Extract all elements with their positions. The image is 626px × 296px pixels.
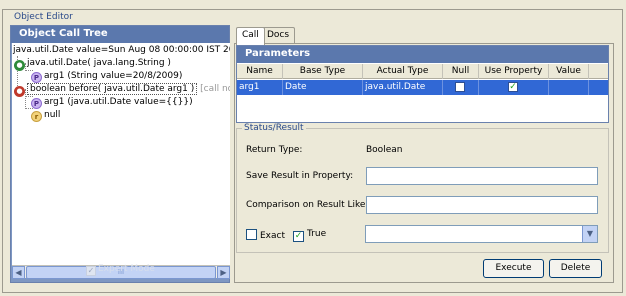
parameter-icon: P [31, 98, 42, 109]
exact-label: Exact [260, 231, 286, 241]
window-title: Object Editor [11, 12, 76, 22]
column-header-actual-type[interactable]: Actual Type [363, 64, 443, 79]
checkmark-icon: ✓ [293, 231, 304, 242]
comparison-label: Comparison on Result Like: [246, 200, 369, 210]
execute-button[interactable]: Execute [483, 259, 544, 278]
comparison-result-input[interactable] [366, 196, 598, 214]
tree-node-status: [call not c [200, 84, 230, 94]
tree-node-label: boolean before( java.util.Date arg1 ) [27, 83, 198, 95]
scroll-left-icon[interactable]: ◀ [12, 266, 25, 279]
cell-null[interactable] [443, 80, 479, 95]
tree-node-arg1-string[interactable]: Parg1 (String value=20/8/2009) [31, 70, 182, 83]
use-property-checkbox[interactable]: ✓ [508, 82, 518, 92]
column-header-null[interactable]: Null [443, 64, 479, 79]
parameters-table-header: Name Base Type Actual Type Null Use Prop… [237, 64, 608, 79]
tree-node-root[interactable]: java.util.Date value=Sun Aug 08 00:00:00… [13, 44, 230, 57]
cell-value[interactable] [549, 80, 589, 95]
status-result-title: Status/Result [242, 123, 306, 133]
cell-name[interactable]: arg1 [237, 80, 283, 95]
cell-base-type[interactable]: Date [283, 80, 363, 95]
chevron-down-icon[interactable]: ▼ [582, 226, 597, 242]
return-type-label: Return Type: [246, 145, 303, 155]
tree-node-label: null [44, 110, 61, 120]
parameters-title: Parameters [237, 46, 608, 63]
tree-node-label: java.util.Date value=Sun Aug 08 00:00:00… [13, 45, 230, 55]
return-type-value: Boolean [366, 145, 403, 155]
tree-node-return-null[interactable]: r null [31, 109, 60, 122]
object-call-tree-panel: Object Call Tree java.util.Date value=Su… [10, 25, 230, 283]
save-result-label: Save Result in Property: [246, 171, 354, 181]
tree-panel-title: Object Call Tree [11, 26, 229, 43]
column-header-value[interactable]: Value [549, 64, 589, 79]
cell-use-property[interactable]: ✓ [479, 80, 549, 95]
tree-node-label: arg1 (java.util.Date value={{}}) [44, 97, 193, 107]
tree-node-label: arg1 (String value=20/8/2009) [44, 71, 183, 81]
expert-mode-label: Expert Mode [98, 264, 155, 274]
constructor-icon: ● [14, 60, 25, 71]
method-icon: ● [14, 86, 25, 97]
column-header-base-type[interactable]: Base Type [283, 64, 363, 79]
true-checkbox[interactable]: ✓ True [293, 229, 326, 242]
null-checkbox[interactable] [455, 82, 465, 92]
exact-checkbox[interactable]: Exact [246, 229, 285, 242]
tab-call[interactable]: Call [236, 27, 265, 45]
save-result-property-input[interactable] [366, 167, 598, 185]
object-call-tree[interactable]: java.util.Date value=Sun Aug 08 00:00:00… [12, 43, 230, 265]
scroll-right-icon[interactable]: ▶ [217, 266, 230, 279]
delete-button[interactable]: Delete [549, 259, 602, 278]
tab-docs[interactable]: Docs [261, 27, 296, 44]
column-header-use-property[interactable]: Use Property [479, 64, 549, 79]
parameter-icon: P [31, 72, 42, 83]
tree-node-arg1-date[interactable]: Parg1 (java.util.Date value={{}}) [31, 96, 193, 109]
cell-actual-type[interactable]: java.util.Date [363, 80, 443, 95]
parameters-panel: Parameters Name Base Type Actual Type Nu… [236, 45, 609, 123]
true-label: True [307, 229, 327, 239]
column-header-name[interactable]: Name [237, 64, 283, 79]
checkmark-icon: ✓ [86, 266, 96, 276]
table-row[interactable]: arg1 Date java.util.Date ✓ [237, 80, 608, 95]
expert-mode-checkbox[interactable]: ✓ Expert Mode [86, 264, 155, 276]
tree-node-constructor[interactable]: ● java.util.Date( java.lang.String ) [14, 57, 171, 71]
return-icon: r [31, 111, 42, 122]
checkbox-box [246, 229, 257, 240]
result-select[interactable]: ▼ [365, 225, 598, 243]
tree-node-label: java.util.Date( java.lang.String ) [27, 58, 171, 68]
tree-node-method-before[interactable]: ● boolean before( java.util.Date arg1 ) [… [14, 83, 230, 97]
